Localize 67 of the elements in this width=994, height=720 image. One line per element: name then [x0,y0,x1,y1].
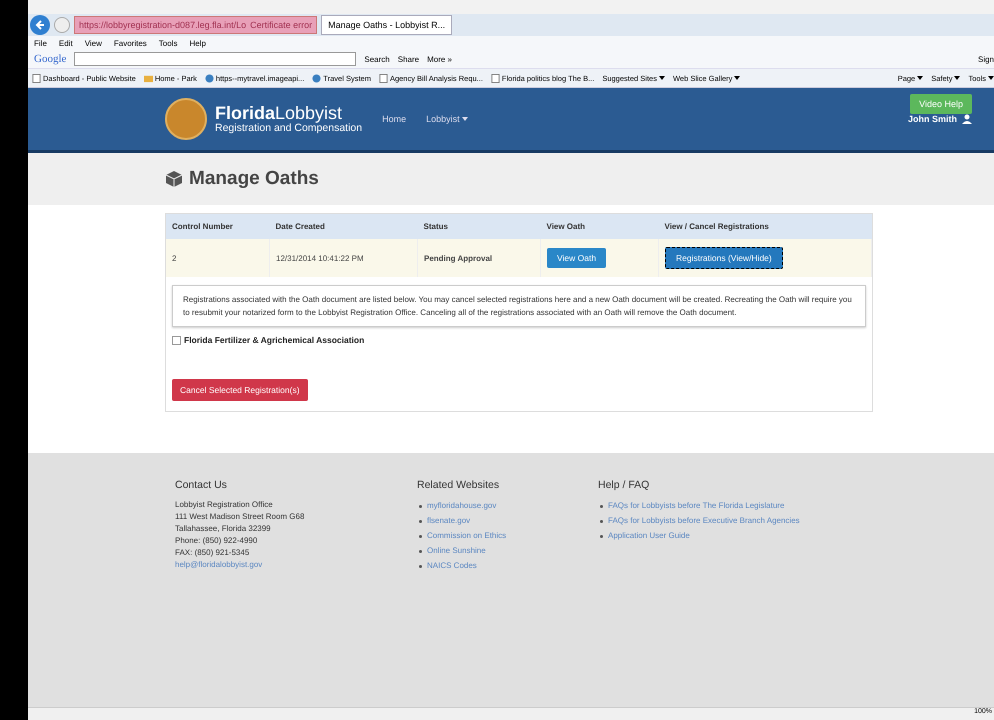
table-cell: 2 [166,239,270,277]
bullet-icon [600,520,603,523]
menu-item[interactable]: Favorites [114,38,147,48]
search-field[interactable] [74,52,356,66]
column-header: Status [418,214,540,239]
toolbar-logo: Google [34,53,66,65]
browser-tab[interactable]: Manage Oaths - Lobbyist R... [321,15,452,35]
page-title: Manage Oaths [189,168,319,190]
nav-link[interactable]: Lobbyist [426,114,460,124]
column-header: Date Created [270,214,418,239]
bullet-icon [600,535,603,538]
caret-icon [658,76,665,80]
footer-heading: Related Websites [417,479,500,491]
caret-icon [462,117,468,121]
page-icon [378,74,388,82]
menu-item[interactable]: Help [189,38,206,48]
menu-item[interactable]: Tools [158,38,178,48]
bullet-icon [600,505,603,508]
cube-icon [165,170,183,188]
caret-icon [954,76,960,80]
search-button[interactable]: Search [364,54,390,64]
bullet-icon [419,505,422,508]
folder-icon [144,74,153,82]
back-arrow-icon [35,20,45,30]
view-oath-button[interactable]: View Oath [547,248,606,268]
column-header: View Oath [540,214,658,239]
contact-line: 111 West Madison Street Room G68 [175,512,306,521]
bullet-icon [419,550,422,553]
nav-link[interactable]: Home [382,114,406,124]
footer-heading: Help / FAQ [598,479,650,491]
menu-item[interactable]: Edit [58,38,73,48]
sign-in-link[interactable]: Sign [978,54,994,64]
site-brand[interactable]: FloridaLobbyist [215,104,362,122]
cancel-button[interactable]: Cancel Selected Registration(s) [172,379,308,401]
caret-icon [734,76,740,80]
table-cell: Pending Approval [418,239,540,277]
column-header: View / Cancel Registrations [658,214,872,239]
globe-icon [312,74,322,82]
contact-line: FAX: (850) 921-5345 [175,548,250,557]
checkbox[interactable] [172,336,181,344]
menu-item[interactable]: File [34,38,47,48]
seal-logo [165,98,207,140]
bullet-icon [419,565,422,568]
info-notice: Registrations associated with the Oath document are listed below. You may cancel selected registrations here and a new Oath document will be created. Recreating the Oath will require you to resubmit your notarized form to the Lobbyist Registration Office. Canceling all of the registrations associated with an Oath will remove the Oath document. [172,285,866,327]
forward-button[interactable] [54,17,70,33]
column-header: Control Number [166,214,270,239]
site-subtitle: Registration and Compensation [215,122,362,134]
caret-icon [917,76,924,80]
bullet-icon [419,520,422,523]
menu-item[interactable]: View [84,38,102,48]
footer-heading: Contact Us [175,479,228,491]
share-button[interactable]: Share [398,54,420,64]
contact-line: Phone: (850) 922-4990 [175,536,258,545]
bullet-icon [419,535,422,538]
user-name[interactable]: John Smith [908,114,957,124]
back-button[interactable] [30,15,50,35]
registrations-button[interactable]: Registrations (View/Hide) [665,247,783,269]
user-icon[interactable] [962,114,972,124]
contact-line: Lobbyist Registration Office [175,500,274,509]
more-button[interactable]: More » [427,54,452,64]
page-icon [490,74,500,82]
table-cell: 12/31/2014 10:41:22 PM [270,239,418,277]
contact-line: Tallahassee, Florida 32399 [175,524,272,533]
caret-icon [988,76,994,80]
globe-icon [204,74,214,82]
checkbox-label[interactable]: Florida Fertilizer & Agrichemical Association [184,335,364,345]
page-icon [32,74,41,82]
